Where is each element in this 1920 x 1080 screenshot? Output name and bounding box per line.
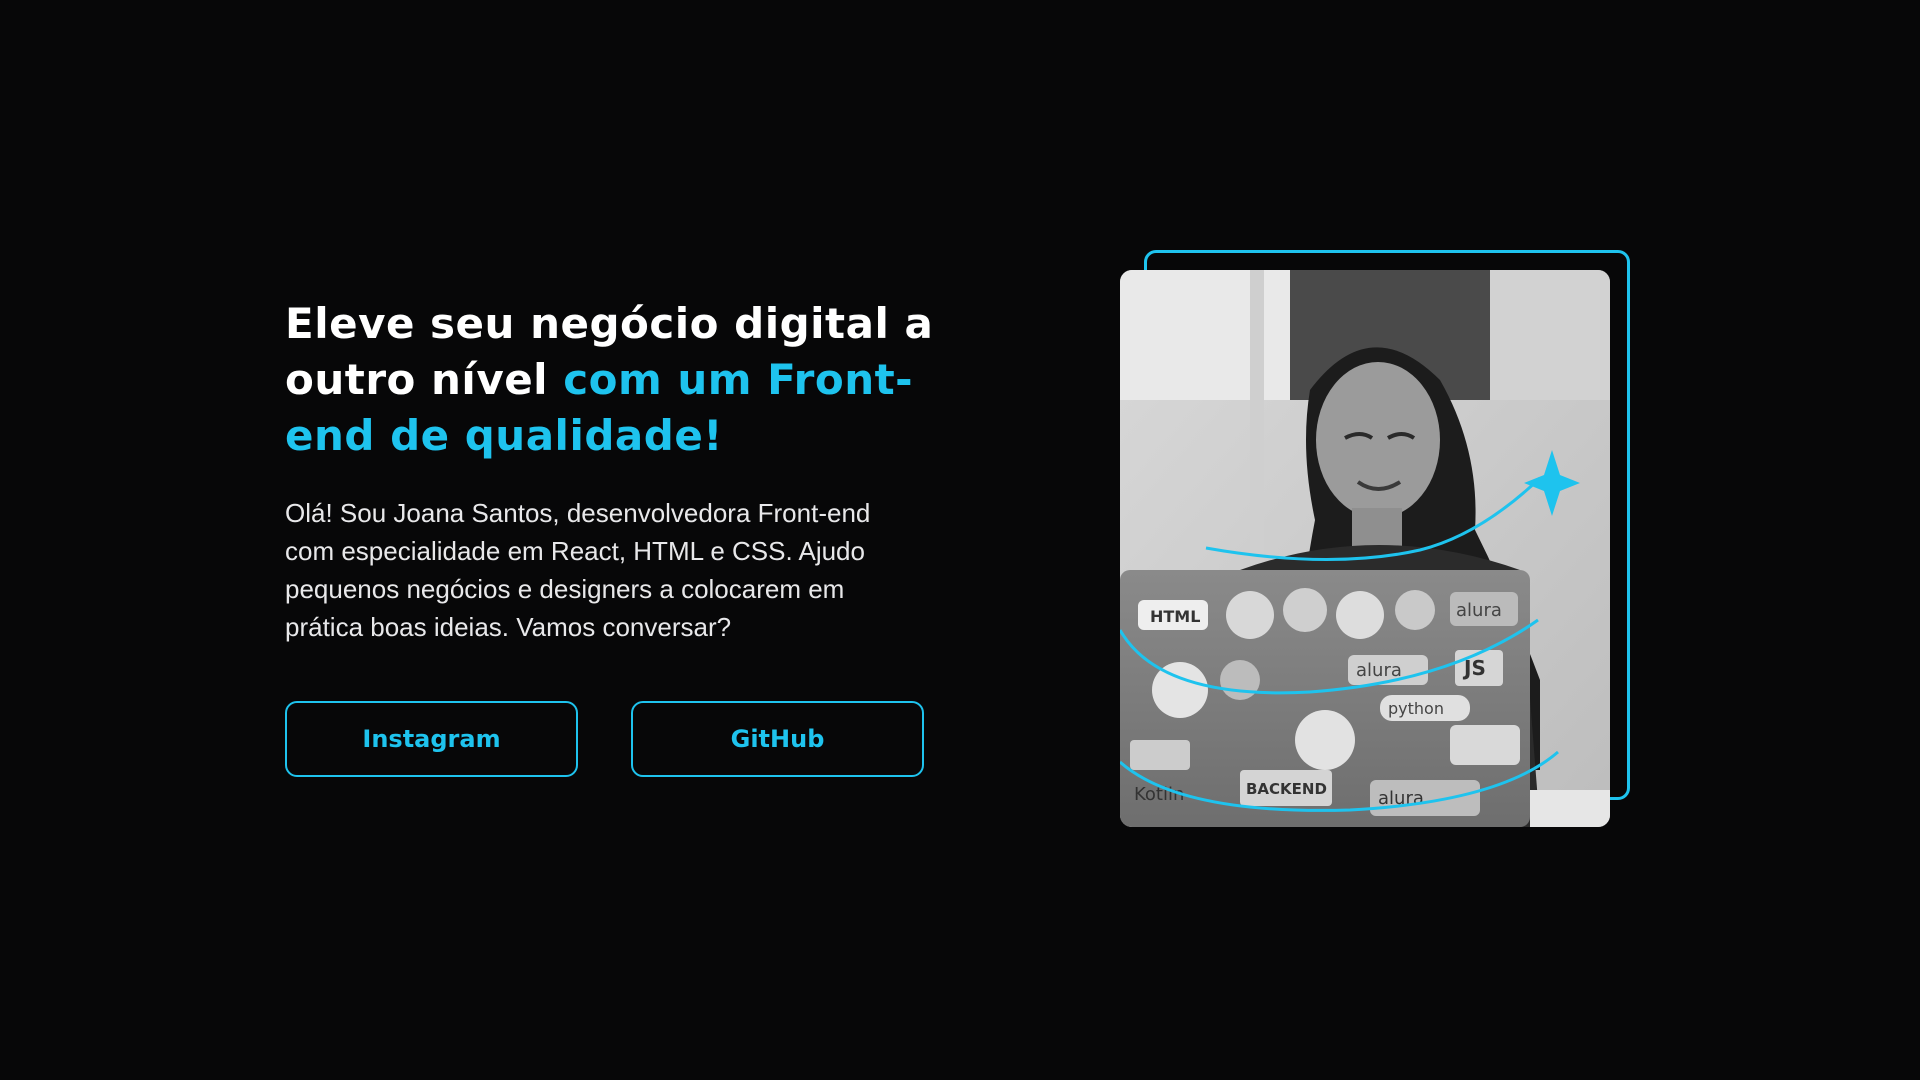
sticker-alura-2: alura [1356, 660, 1402, 681]
profile-photo: HTML alura JS alura python BACKEND Kotli… [1120, 270, 1610, 827]
hero-headline: Eleve seu negócio digital a outro nível … [285, 296, 945, 464]
sticker-js: JS [1462, 656, 1486, 680]
social-buttons: Instagram GitHub [285, 701, 931, 779]
sticker-alura-3: alura [1378, 788, 1424, 809]
sticker-kotlin: Kotlin [1134, 784, 1184, 805]
profile-photo-container: HTML alura JS alura python BACKEND Kotli… [1120, 250, 1632, 830]
github-button[interactable]: GitHub [631, 701, 924, 777]
sticker-backend: BACKEND [1246, 780, 1327, 798]
hero-intro: Olá! Sou Joana Santos, desenvolvedora Fr… [285, 498, 871, 642]
instagram-button[interactable]: Instagram [285, 701, 578, 777]
sticker-html: HTML [1150, 607, 1200, 626]
sticker-python: python [1388, 699, 1444, 718]
hero-section: Eleve seu negócio digital a outro nível … [0, 0, 1920, 1080]
sticker-alura-1: alura [1456, 600, 1502, 621]
hero-text: Eleve seu negócio digital a outro nível … [285, 296, 945, 646]
profile-photo-illustration: HTML alura JS alura python BACKEND Kotli… [1120, 270, 1610, 827]
